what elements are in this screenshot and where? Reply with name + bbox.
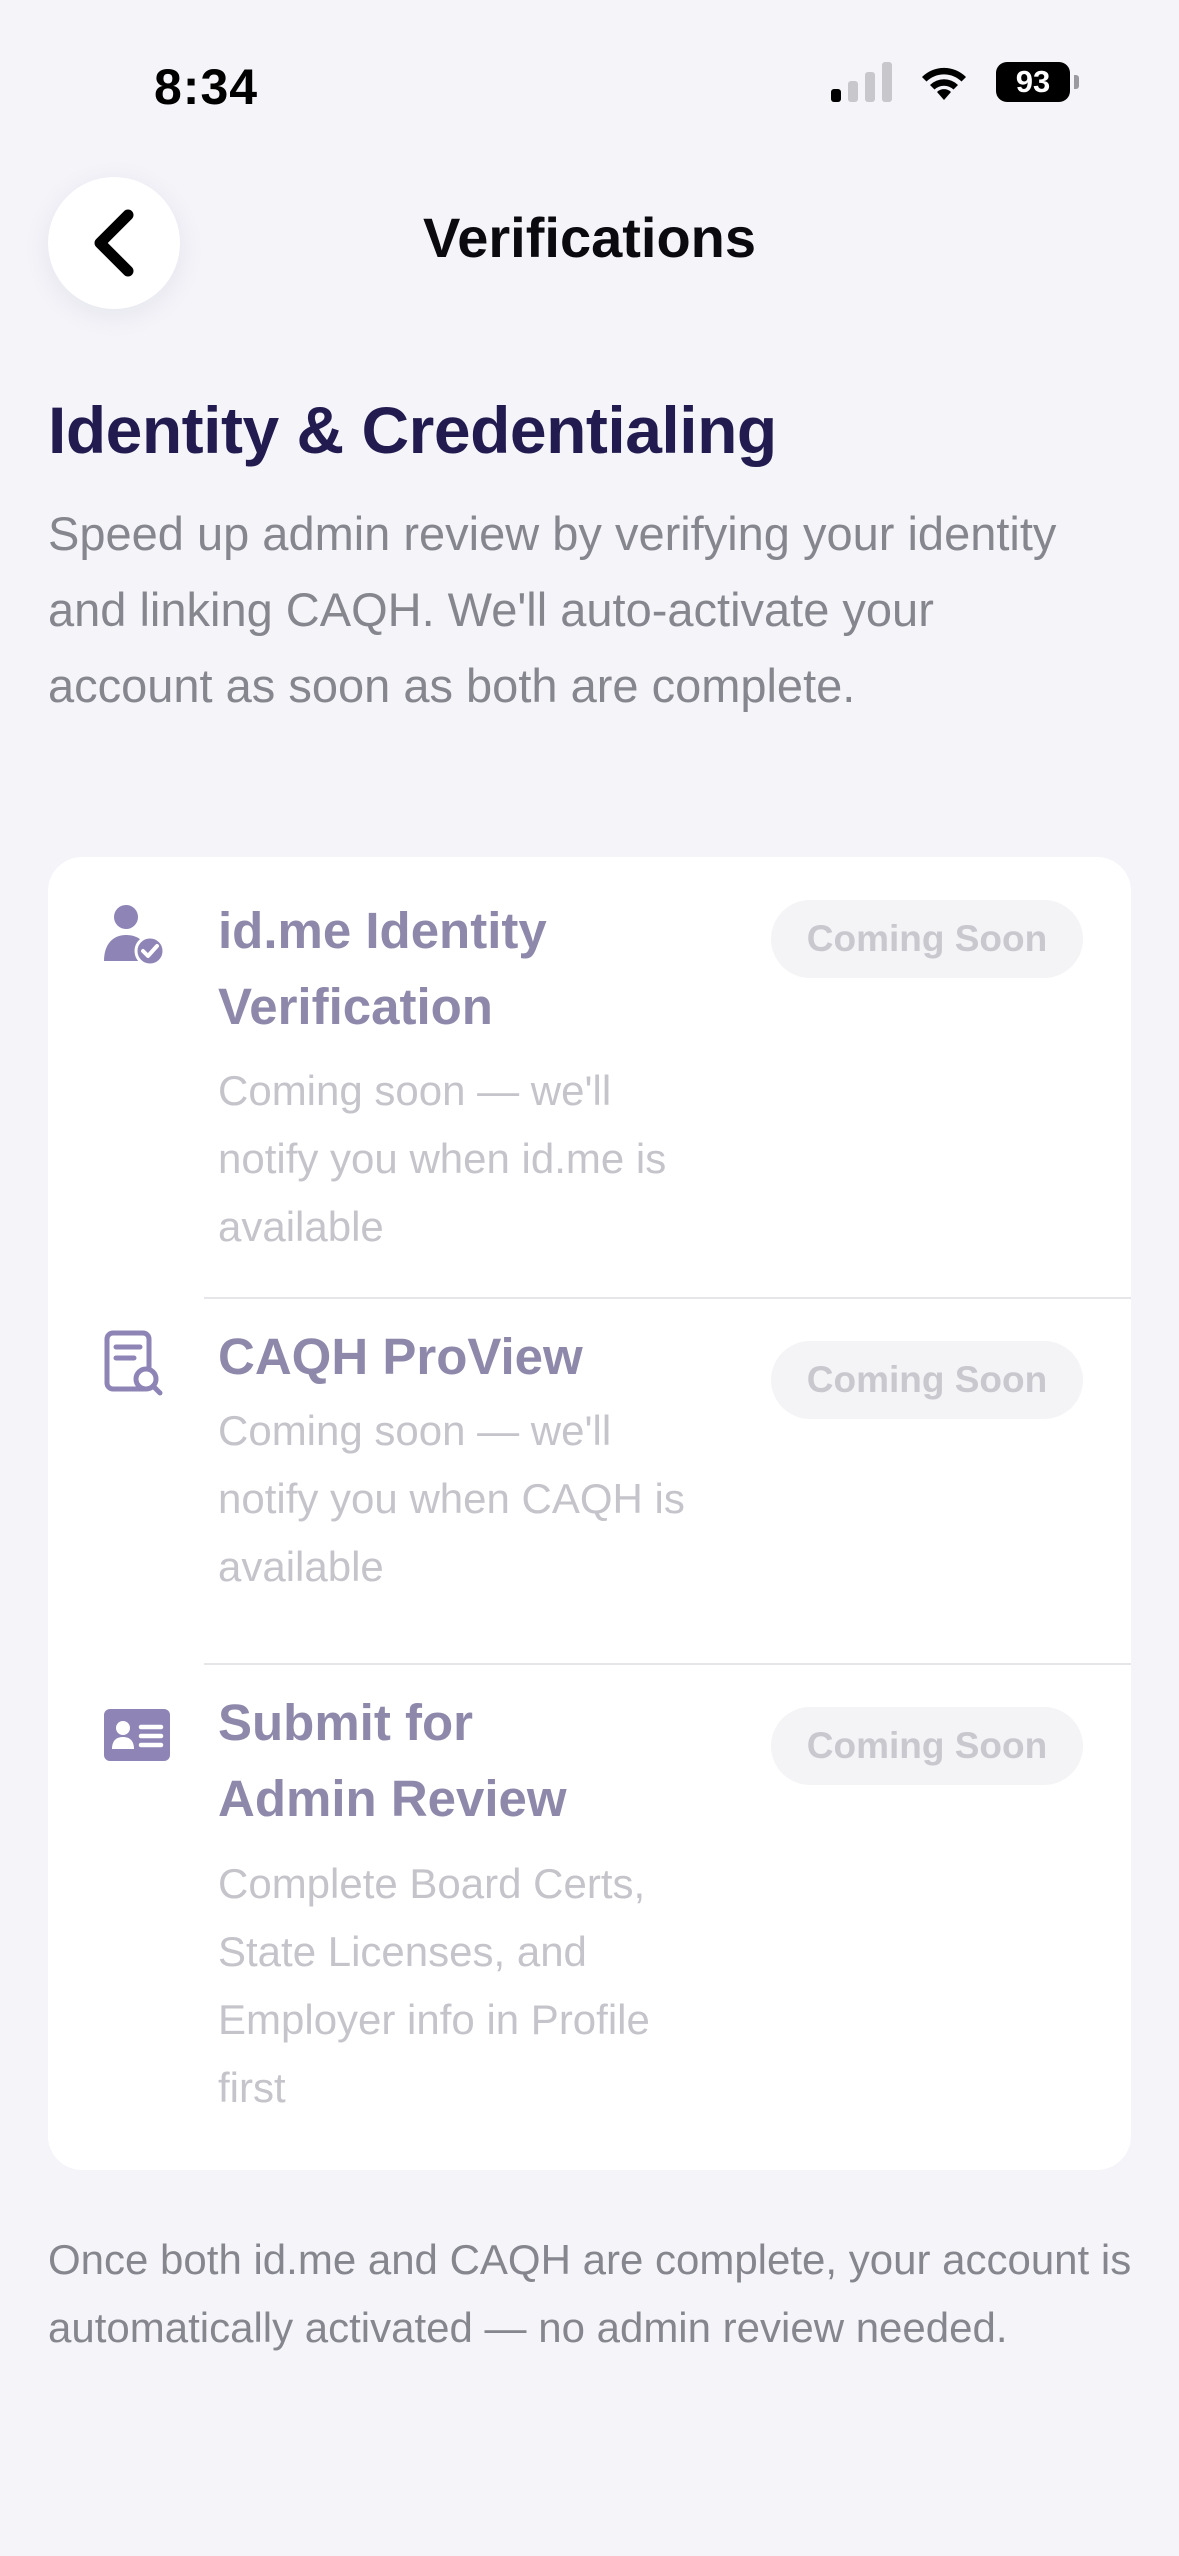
footer-note: Once both id.me and CAQH are complete, y…	[48, 2236, 1132, 2351]
id-card-icon	[104, 1709, 170, 1761]
item-title: CAQH ProView	[218, 1328, 583, 1385]
item-subtitle: Complete Board Certs, State Licenses, an…	[218, 1860, 650, 2111]
status-bar-right: 93	[831, 62, 1079, 102]
list-item-admin-review[interactable]: Submit for Admin Review Complete Board C…	[48, 1665, 1131, 2170]
status-badge: Coming Soon	[771, 1707, 1083, 1785]
item-subtitle: Coming soon — we'll notify you when id.m…	[218, 1067, 667, 1250]
list-item-caqh[interactable]: CAQH ProView Coming soon — we'll notify …	[48, 1299, 1131, 1663]
person-check-icon	[104, 905, 166, 967]
status-badge: Coming Soon	[771, 900, 1083, 978]
section-title: Identity & Credentialing	[48, 393, 777, 467]
page-title: Verifications	[422, 206, 757, 269]
status-time: 8:34	[154, 59, 259, 115]
battery-level: 93	[996, 62, 1070, 102]
wifi-icon	[922, 67, 966, 100]
cellular-signal-icon	[831, 62, 892, 102]
battery-icon: 93	[996, 62, 1079, 102]
document-search-icon	[104, 1330, 163, 1396]
item-subtitle: Coming soon — we'll notify you when CAQH…	[218, 1407, 685, 1590]
item-title: Submit for Admin Review	[218, 1694, 567, 1827]
list-item-idme[interactable]: id.me Identity Verification Coming soon …	[48, 857, 1131, 1297]
section-description: Speed up admin review by verifying your …	[48, 507, 1057, 712]
verification-card: id.me Identity Verification Coming soon …	[48, 857, 1131, 2170]
verifications-screen: 8:34 93 Verifications Identity & Credent…	[0, 0, 1179, 2556]
item-title: id.me Identity Verification	[218, 902, 547, 1035]
status-badge: Coming Soon	[771, 1341, 1083, 1419]
